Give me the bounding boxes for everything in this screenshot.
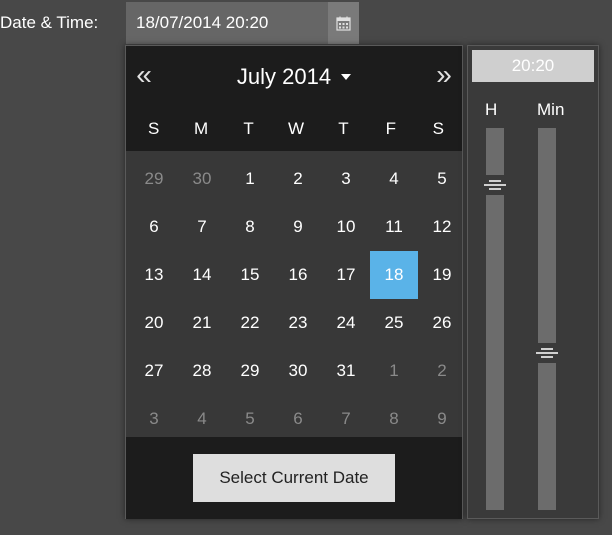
day-cell[interactable]: 29 (130, 155, 178, 203)
date-time-label: Date & Time: (0, 13, 99, 32)
day-cell[interactable]: 4 (370, 155, 418, 203)
weekday-label: S (432, 119, 444, 138)
select-current-date-button[interactable]: Select Current Date (193, 454, 395, 502)
day-cell[interactable]: 2 (418, 347, 466, 395)
day-cell[interactable]: 6 (274, 395, 322, 443)
day-cell[interactable]: 29 (226, 347, 274, 395)
day-cell-selected[interactable]: 18 (370, 251, 418, 299)
day-cell[interactable]: 9 (274, 203, 322, 251)
calendar-header: « July 2014 » (126, 46, 462, 107)
day-cell[interactable]: 5 (226, 395, 274, 443)
day-cell[interactable]: 20 (130, 299, 178, 347)
day-cell[interactable]: 6 (130, 203, 178, 251)
day-cell[interactable]: 12 (418, 203, 466, 251)
day-cell[interactable]: 3 (130, 395, 178, 443)
day-cell[interactable]: 23 (274, 299, 322, 347)
day-cell[interactable]: 2 (274, 155, 322, 203)
calendar-footer: Select Current Date (126, 437, 462, 519)
days-grid: 29 30 1 2 3 4 5 6 7 8 9 10 11 12 13 14 15 16 17 18 19 20 21 22 2… (126, 151, 462, 443)
weekday-label: F (385, 119, 397, 138)
day-cell[interactable]: 3 (322, 155, 370, 203)
day-cell[interactable]: 14 (178, 251, 226, 299)
month-year-switch[interactable]: July 2014 (236, 63, 352, 90)
weekday-label: T (338, 119, 349, 138)
day-cell[interactable]: 8 (226, 203, 274, 251)
day-cell[interactable]: 5 (418, 155, 466, 203)
day-cell[interactable]: 21 (178, 299, 226, 347)
day-cell[interactable]: 16 (274, 251, 322, 299)
day-cell[interactable]: 7 (322, 395, 370, 443)
calendar-popup: « July 2014 » S M T W T F S 29 30 1 2 3 4 5 6 7 8… (125, 45, 463, 519)
day-cell[interactable]: 24 (322, 299, 370, 347)
month-year-label: July 2014 (236, 63, 332, 89)
day-cell[interactable]: 10 (322, 203, 370, 251)
day-cell[interactable]: 27 (130, 347, 178, 395)
day-cell[interactable]: 9 (418, 395, 466, 443)
day-cell[interactable]: 28 (178, 347, 226, 395)
day-cell[interactable]: 30 (274, 347, 322, 395)
calendar-icon (336, 16, 351, 31)
day-cell[interactable]: 11 (370, 203, 418, 251)
calendar-toggle-button[interactable] (328, 2, 359, 44)
day-cell[interactable]: 13 (130, 251, 178, 299)
day-cell[interactable]: 25 (370, 299, 418, 347)
prev-month-button[interactable]: « (126, 58, 162, 92)
day-cell[interactable]: 17 (322, 251, 370, 299)
weekday-label: S (148, 119, 160, 138)
day-cell[interactable]: 30 (178, 155, 226, 203)
double-chevron-right-icon: » (436, 59, 452, 90)
minute-slider-handle[interactable] (536, 343, 558, 363)
day-cell[interactable]: 19 (418, 251, 466, 299)
day-cell[interactable]: 4 (178, 395, 226, 443)
weekday-label: T (243, 119, 254, 138)
date-time-input-group: 18/07/2014 20:20 (126, 2, 359, 44)
hour-label: H (485, 100, 498, 119)
next-month-button[interactable]: » (426, 58, 462, 92)
day-cell[interactable]: 1 (370, 347, 418, 395)
hour-slider-handle[interactable] (484, 175, 506, 195)
day-cell[interactable]: 7 (178, 203, 226, 251)
weekday-label: M (194, 119, 209, 138)
minute-label: Min (537, 100, 565, 119)
day-cell[interactable]: 15 (226, 251, 274, 299)
day-cell[interactable]: 1 (226, 155, 274, 203)
date-time-input[interactable]: 18/07/2014 20:20 (126, 2, 328, 44)
caret-down-icon (341, 73, 352, 80)
double-chevron-left-icon: « (136, 59, 152, 90)
minute-slider[interactable] (538, 128, 556, 510)
day-cell[interactable]: 22 (226, 299, 274, 347)
weekday-label: W (287, 119, 304, 138)
time-display: 20:20 (472, 50, 594, 82)
weekday-header-row: S M T W T F S (126, 107, 462, 151)
day-cell[interactable]: 8 (370, 395, 418, 443)
day-cell[interactable]: 31 (322, 347, 370, 395)
day-cell[interactable]: 26 (418, 299, 466, 347)
time-picker: 20:20 H Min (467, 45, 599, 519)
